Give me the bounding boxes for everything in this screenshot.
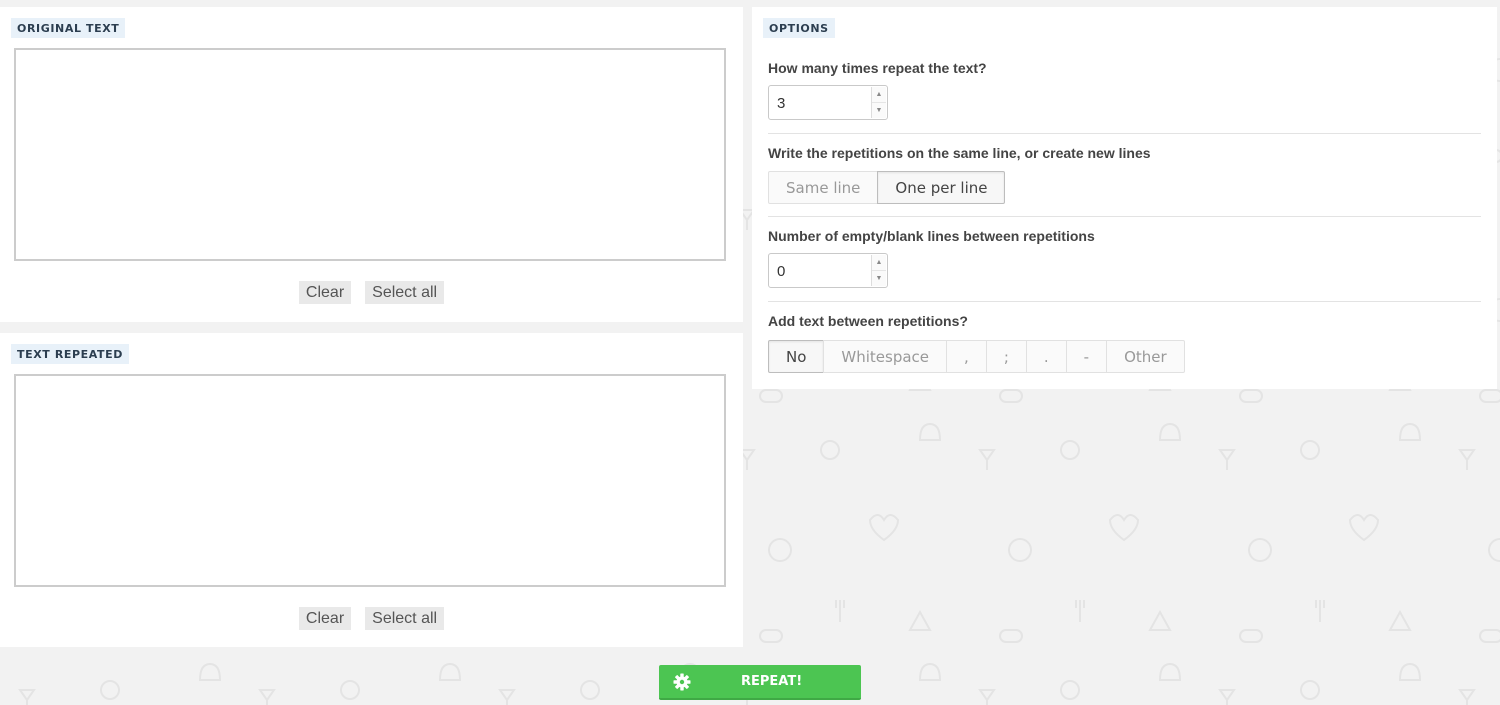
text-repeated-actions: Clear Select all <box>0 607 743 630</box>
increment-arrow-icon[interactable]: ▲ <box>872 87 886 103</box>
repeat-count-value[interactable]: 3 <box>777 95 785 112</box>
decrement-arrow-icon[interactable]: ▼ <box>872 103 886 118</box>
blank-lines-stepper[interactable]: 0 ▲ ▼ <box>768 253 888 288</box>
original-text-input[interactable] <box>14 48 726 261</box>
repeated-select-all-button[interactable]: Select all <box>365 607 445 630</box>
line-mode-label: Write the repetitions on the same line, … <box>768 145 1151 161</box>
line-mode-one-per-line[interactable]: One per line <box>877 171 1006 204</box>
original-select-all-button[interactable]: Select all <box>365 281 445 304</box>
blank-lines-spinner[interactable]: ▲ ▼ <box>871 255 886 286</box>
blank-lines-value[interactable]: 0 <box>777 263 785 280</box>
options-heading: OPTIONS <box>763 18 835 38</box>
line-mode-toggle[interactable]: Same line One per line <box>768 171 1006 204</box>
separator-no[interactable]: No <box>768 340 825 373</box>
options-panel: OPTIONS How many times repeat the text? … <box>752 7 1497 389</box>
decrement-arrow-icon[interactable]: ▼ <box>872 271 886 286</box>
text-repeated-heading: TEXT REPEATED <box>11 344 129 364</box>
blank-lines-label: Number of empty/blank lines between repe… <box>768 228 1095 244</box>
original-clear-button[interactable]: Clear <box>298 281 352 304</box>
separator-toggle[interactable]: No Whitespace , ; . - Other <box>768 340 1185 373</box>
separator-other[interactable]: Other <box>1106 340 1185 373</box>
options-divider <box>768 216 1481 217</box>
options-divider <box>768 301 1481 302</box>
repeat-count-spinner[interactable]: ▲ ▼ <box>871 87 886 118</box>
text-repeated-panel: TEXT REPEATED Clear Select all <box>0 333 743 647</box>
original-text-actions: Clear Select all <box>0 281 743 304</box>
repeat-count-label: How many times repeat the text? <box>768 60 987 76</box>
repeat-button[interactable]: REPEAT! <box>659 665 861 700</box>
separator-dash[interactable]: - <box>1065 340 1108 373</box>
separator-comma[interactable]: , <box>946 340 987 373</box>
increment-arrow-icon[interactable]: ▲ <box>872 255 886 271</box>
line-mode-same-line[interactable]: Same line <box>768 171 879 204</box>
original-text-heading: ORIGINAL TEXT <box>11 18 126 38</box>
options-divider <box>768 133 1481 134</box>
repeat-button-label: REPEAT! <box>741 674 803 689</box>
separator-label: Add text between repetitions? <box>768 313 968 329</box>
repeated-clear-button[interactable]: Clear <box>298 607 352 630</box>
gear-icon <box>673 673 691 696</box>
text-repeated-output[interactable] <box>14 374 726 587</box>
separator-semicolon[interactable]: ; <box>985 340 1027 373</box>
original-text-panel: ORIGINAL TEXT Clear Select all <box>0 7 743 322</box>
repeat-count-stepper[interactable]: 3 ▲ ▼ <box>768 85 888 120</box>
separator-period[interactable]: . <box>1025 340 1067 373</box>
separator-whitespace[interactable]: Whitespace <box>823 340 948 373</box>
